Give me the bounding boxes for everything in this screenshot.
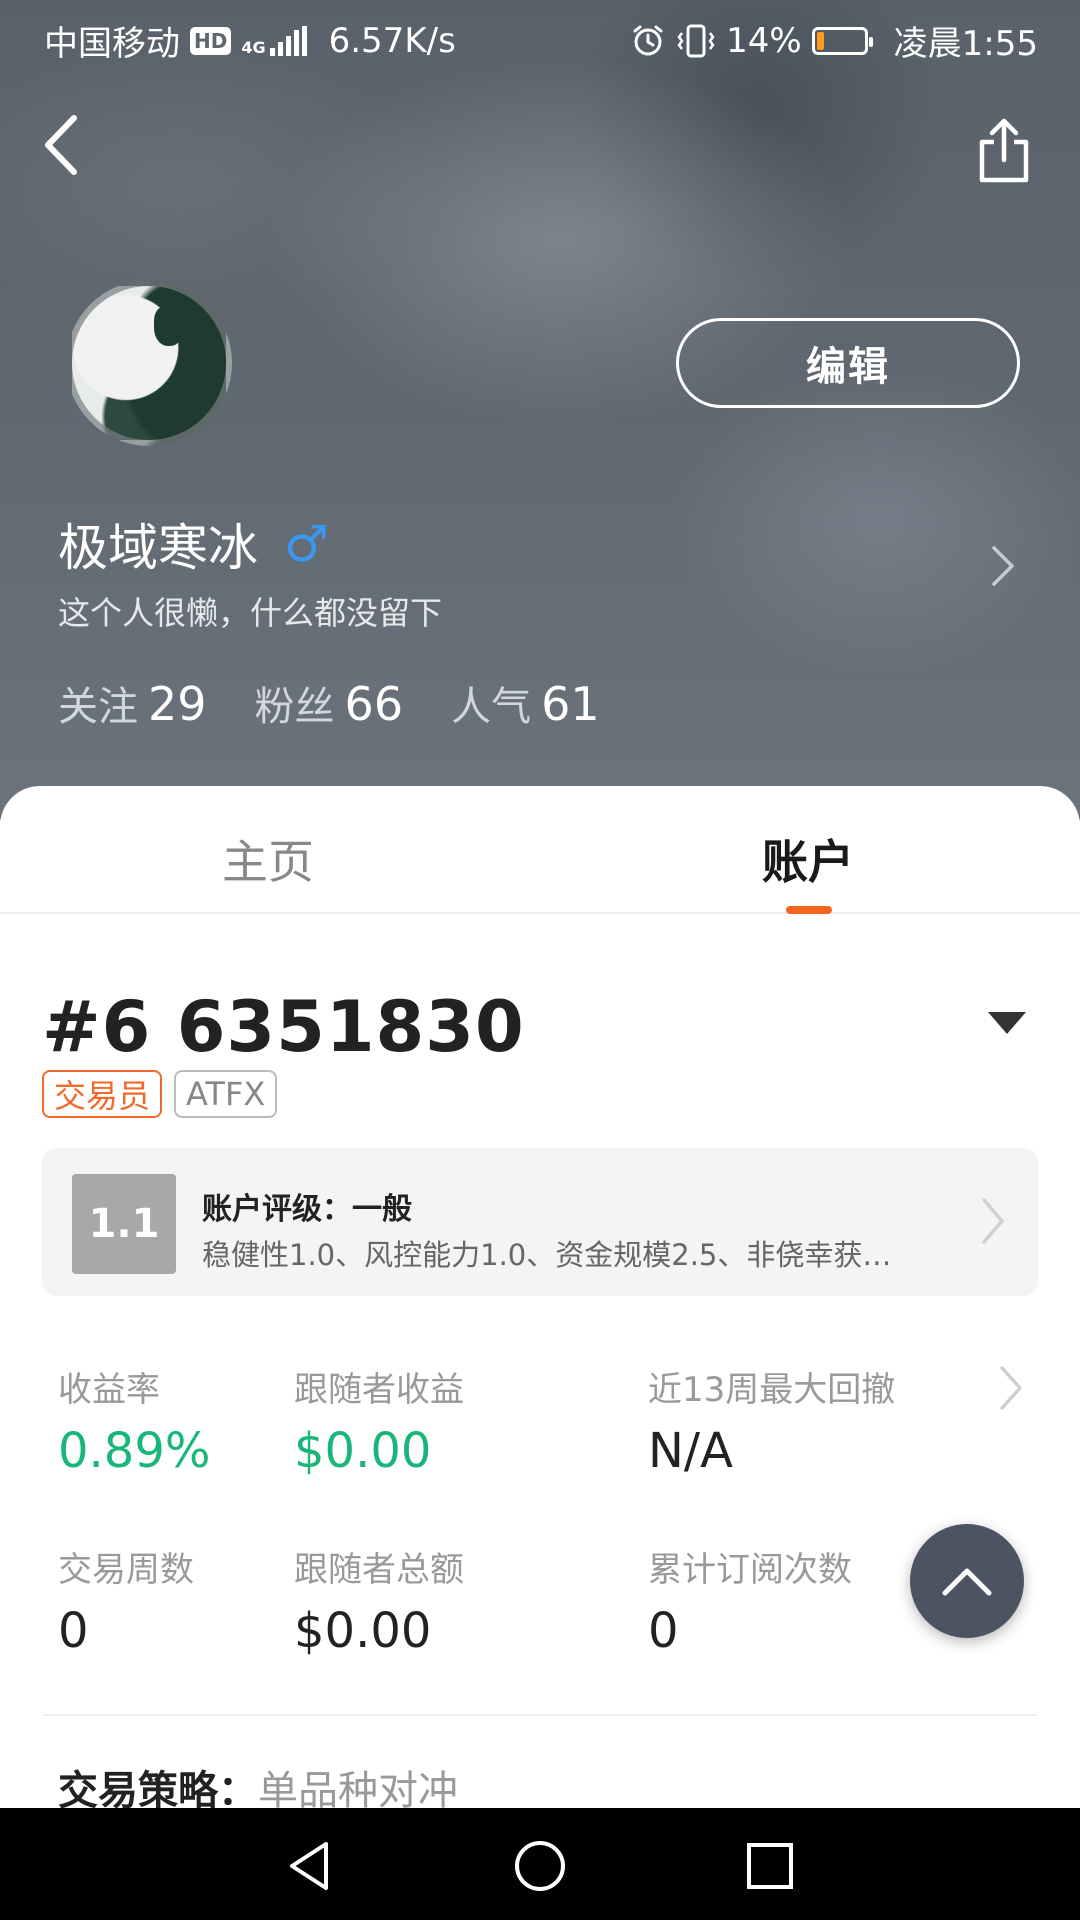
back-chevron-icon[interactable] bbox=[38, 110, 88, 180]
home-circle-icon[interactable] bbox=[512, 1838, 568, 1894]
metric-return-rate: 收益率 0.89% bbox=[58, 1362, 210, 1479]
rating-detail: 稳健性1.0、风控能力1.0、资金规模2.5、非侥幸获… bbox=[202, 1238, 892, 1272]
signal-icon: 4G bbox=[241, 25, 307, 57]
scroll-to-top-button[interactable] bbox=[910, 1524, 1024, 1638]
hd-badge: HD bbox=[190, 26, 232, 55]
avatar[interactable] bbox=[66, 280, 232, 446]
battery-percent: 14% bbox=[726, 20, 802, 61]
active-tab-indicator bbox=[786, 906, 832, 914]
tab-bar: 主页 账户 bbox=[0, 786, 1080, 914]
account-tags: 交易员 ATFX bbox=[42, 1070, 278, 1118]
metric-subscription-count: 累计订阅次数 0 bbox=[648, 1542, 852, 1659]
metric-follower-total: 跟随者总额 $0.00 bbox=[294, 1542, 464, 1659]
metric-label: 近13周最大回撤 bbox=[648, 1370, 896, 1410]
content-sheet: 主页 账户 #6 6351830 交易员 ATFX 1.1 账户评级：一般 稳健… bbox=[0, 786, 1080, 1808]
rating-title: 账户评级：一般 bbox=[202, 1192, 412, 1227]
trader-tag: 交易员 bbox=[42, 1070, 163, 1118]
metric-label: 跟随者收益 bbox=[294, 1370, 464, 1410]
recents-square-icon[interactable] bbox=[742, 1838, 798, 1894]
battery-level bbox=[816, 31, 824, 50]
metric-value: 0.89% bbox=[58, 1423, 211, 1479]
strategy-label: 交易策略： bbox=[58, 1768, 258, 1808]
stat-label: 人气 bbox=[451, 684, 532, 730]
stat-value: 29 bbox=[148, 677, 207, 731]
alarm-icon bbox=[633, 25, 663, 55]
metric-value: N/A bbox=[648, 1423, 733, 1479]
metric-label: 收益率 bbox=[58, 1370, 160, 1410]
tab-account[interactable]: 账户 bbox=[762, 826, 854, 892]
profile-name-row[interactable]: 极域寒冰 ♂ bbox=[58, 508, 329, 580]
metric-value: 0 bbox=[58, 1603, 89, 1659]
metric-label: 累计订阅次数 bbox=[648, 1550, 852, 1590]
metric-value: $0.00 bbox=[294, 1423, 432, 1479]
stat-popularity: 人气 61 bbox=[451, 674, 600, 732]
metric-label: 交易周数 bbox=[58, 1550, 194, 1590]
carrier-name: 中国移动 bbox=[44, 24, 180, 64]
account-rating-card[interactable]: 1.1 账户评级：一般 稳健性1.0、风控能力1.0、资金规模2.5、非侥幸获… bbox=[42, 1148, 1038, 1296]
stat-value: 66 bbox=[344, 677, 404, 731]
stat-followers[interactable]: 粉丝 66 bbox=[255, 674, 404, 732]
broker-tag: ATFX bbox=[174, 1070, 278, 1118]
caret-down-icon[interactable] bbox=[988, 1012, 1026, 1034]
vibrate-icon bbox=[677, 24, 715, 57]
network-speed: 6.57K/s bbox=[328, 20, 456, 61]
metric-value: 0 bbox=[648, 1603, 679, 1659]
male-gender-icon: ♂ bbox=[284, 515, 329, 573]
section-divider bbox=[42, 1714, 1038, 1716]
stat-label: 关注 bbox=[58, 684, 138, 730]
stat-value: 61 bbox=[541, 677, 600, 731]
metric-max-drawdown[interactable]: 近13周最大回撤 N/A bbox=[648, 1362, 895, 1479]
metric-label: 跟随者总额 bbox=[294, 1550, 464, 1590]
share-icon[interactable] bbox=[976, 118, 1032, 184]
rating-score: 1.1 bbox=[72, 1174, 176, 1274]
chevron-right-icon[interactable] bbox=[990, 544, 1016, 588]
edit-profile-button[interactable]: 编辑 bbox=[676, 318, 1020, 408]
chevron-right-icon bbox=[982, 1198, 1004, 1244]
profile-stats: 关注 29 粉丝 66 人气 61 bbox=[58, 674, 600, 732]
profile-bio: 这个人很懒，什么都没留下 bbox=[58, 594, 443, 632]
chevron-right-icon[interactable] bbox=[998, 1364, 1024, 1412]
status-bar: 中国移动 HD 4G 6.57K/s 14% 凌晨1:55 bbox=[0, 0, 1080, 76]
stat-following[interactable]: 关注 29 bbox=[58, 674, 207, 732]
trading-strategy: 交易策略：单品种对冲 bbox=[58, 1758, 458, 1808]
tab-home[interactable]: 主页 bbox=[222, 826, 314, 892]
battery-icon bbox=[811, 26, 873, 55]
stat-label: 粉丝 bbox=[254, 684, 335, 730]
metric-value: $0.00 bbox=[294, 1603, 432, 1659]
back-triangle-icon[interactable] bbox=[282, 1838, 338, 1894]
account-number: #6 6351830 bbox=[42, 986, 525, 1068]
metric-follower-profit: 跟随者收益 $0.00 bbox=[294, 1362, 464, 1479]
profile-name: 极域寒冰 bbox=[58, 519, 258, 577]
system-navigation-bar bbox=[0, 1808, 1080, 1920]
metric-trading-weeks: 交易周数 0 bbox=[58, 1542, 194, 1659]
chevron-up-icon bbox=[942, 1568, 992, 1596]
network-type: 4G bbox=[241, 37, 266, 57]
clock: 凌晨1:55 bbox=[893, 24, 1038, 64]
strategy-value: 单品种对冲 bbox=[258, 1768, 458, 1808]
